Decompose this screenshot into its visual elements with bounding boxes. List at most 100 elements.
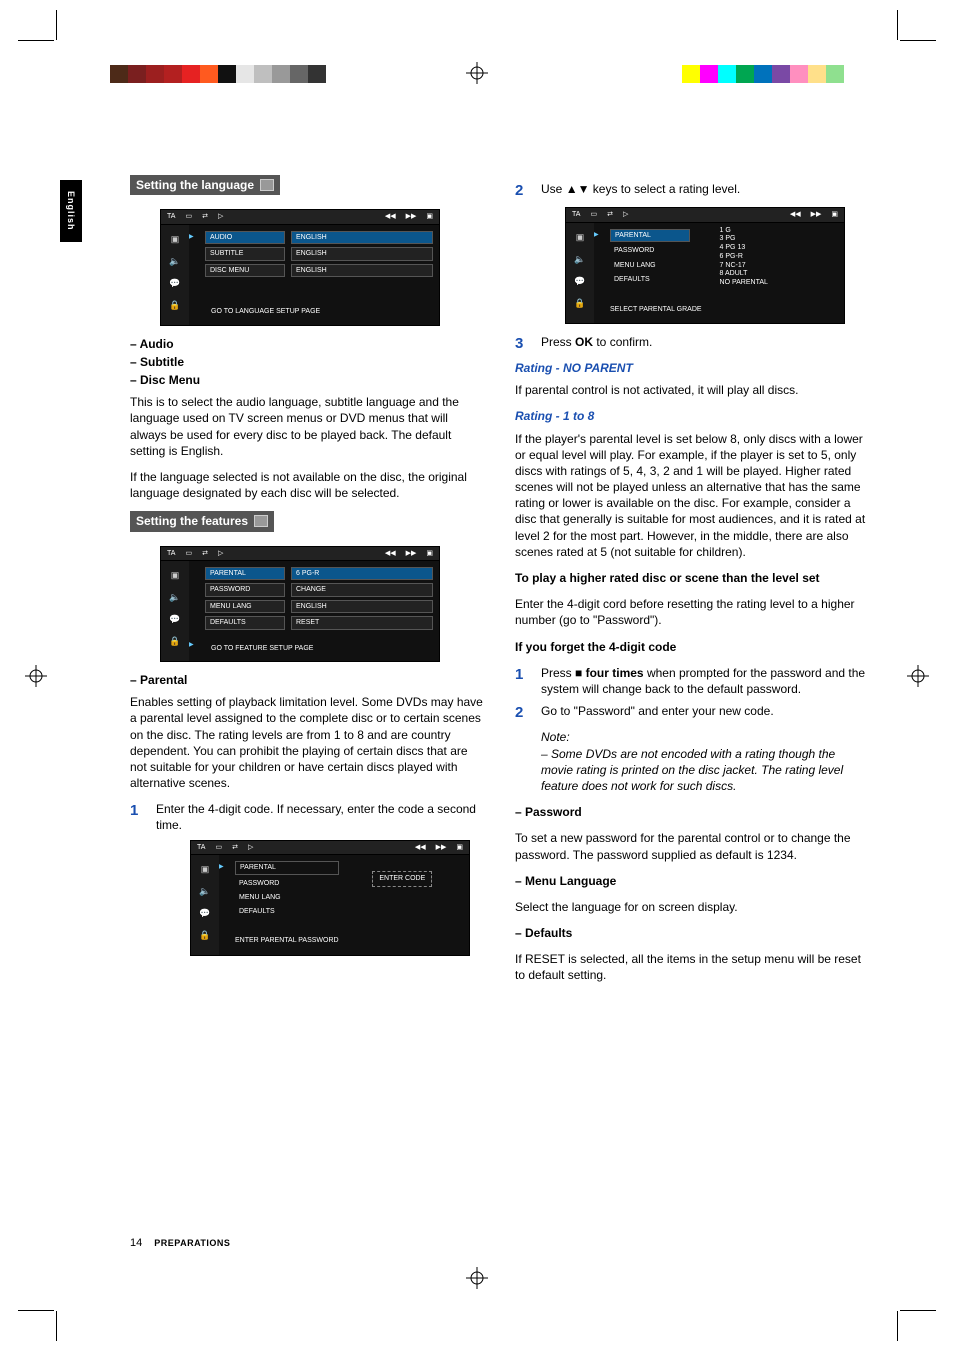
- body-text: To set a new password for the parental c…: [515, 830, 870, 862]
- step-text: Enter the 4-digit code. If necessary, en…: [156, 801, 485, 833]
- menu-value: 6 PG-R: [291, 567, 433, 580]
- osd-label: TA: [572, 210, 580, 219]
- menu-item: DEFAULTS: [205, 616, 285, 629]
- setup-audio-icon: 🔈: [168, 255, 182, 267]
- play-icon: ▷: [218, 212, 223, 221]
- setup-audio-icon: 🔈: [198, 885, 212, 897]
- setup-screen-icon: ▣: [168, 233, 182, 245]
- step-text: Press OK to confirm.: [541, 334, 870, 354]
- color-bar-right: [682, 65, 844, 83]
- crop-mark: [897, 10, 898, 40]
- page-footer: 14 PREPARATIONS: [130, 1236, 230, 1251]
- step-1: 1 Enter the 4-digit code. If necessary, …: [130, 801, 485, 833]
- language-tab: English: [60, 180, 82, 242]
- screen-icon: ▭: [185, 549, 192, 558]
- body-text: If RESET is selected, all the items in t…: [515, 951, 870, 983]
- step-forget-1: 1 Press ■ four times when prompted for t…: [515, 665, 870, 697]
- body-text: If the language selected is not availabl…: [130, 469, 485, 501]
- body-text: This is to select the audio language, su…: [130, 394, 485, 459]
- step-text: Press ■ four times when prompted for the…: [541, 665, 870, 697]
- note-block: Note: – Some DVDs are not encoded with a…: [541, 729, 870, 794]
- crop-mark: [900, 1310, 936, 1311]
- bullet-audio: Audio: [130, 336, 485, 352]
- rewind-icon: ◀◀: [385, 212, 396, 221]
- text: Use: [541, 182, 566, 196]
- play-icon: ▷: [248, 843, 253, 852]
- osd-feature-setup: TA ▭ ⇄ ▷ ◀◀ ▶▶ ▣ ▣ 🔈 💬 🔒 ▶ PARENTAL6 PG-…: [160, 546, 440, 662]
- body-text: Enter the 4-digit cord before resetting …: [515, 596, 870, 628]
- crop-mark: [18, 40, 54, 41]
- fastforward-icon: ▶▶: [406, 212, 417, 221]
- menu-item: PARENTAL: [205, 567, 285, 580]
- text: to confirm.: [593, 335, 652, 349]
- osd-language-setup: TA ▭ ⇄ ▷ ◀◀ ▶▶ ▣ ▣ 🔈 💬 🔒 ▶ AUDIOENGLISH: [160, 209, 440, 325]
- setup-subtitle-icon: 💬: [168, 613, 182, 625]
- osd-status: ENTER PARENTAL PASSWORD: [235, 936, 339, 945]
- menu-pointer-icon: ▶: [219, 855, 229, 955]
- subheading-defaults: – Defaults: [515, 925, 870, 941]
- osd-label: TA: [167, 549, 175, 558]
- menu-item: AUDIO: [205, 231, 285, 244]
- bullet-subtitle: Subtitle: [130, 354, 485, 370]
- ok-button-label: OK: [575, 335, 593, 349]
- feature-setup-icon: [254, 515, 268, 527]
- subheading: If you forget the 4-digit code: [515, 639, 870, 655]
- stop-box-icon: ▣: [426, 549, 433, 558]
- rewind-icon: ◀◀: [415, 843, 426, 852]
- crop-mark: [900, 40, 936, 41]
- page-number: 14: [130, 1236, 142, 1251]
- play-icon: ▷: [218, 549, 223, 558]
- left-column: Setting the language TA ▭ ⇄ ▷ ◀◀ ▶▶ ▣ ▣ …: [130, 175, 485, 994]
- crop-mark: [56, 1311, 57, 1341]
- bullet-parental: Parental: [130, 672, 485, 688]
- menu-pointer-icon: ▶: [189, 561, 199, 661]
- setup-subtitle-icon: 💬: [168, 277, 182, 289]
- menu-value: CHANGE: [291, 583, 433, 596]
- step-number: 2: [515, 703, 529, 723]
- menu-value: ENGLISH: [291, 231, 433, 244]
- shuffle-icon: ⇄: [232, 843, 238, 852]
- menu-item: PARENTAL: [235, 861, 339, 874]
- menu-value: ENGLISH: [291, 264, 433, 277]
- setup-screen-icon: ▣: [573, 231, 587, 243]
- crop-mark: [18, 1310, 54, 1311]
- fastforward-icon: ▶▶: [811, 210, 822, 219]
- body-text: Select the language for on screen displa…: [515, 899, 870, 915]
- osd-select-rating: TA ▭ ⇄ ▷ ◀◀ ▶▶ ▣ ▣ 🔈 💬 🔒 ▶ P: [565, 207, 845, 323]
- subheading: Rating - NO PARENT: [515, 360, 870, 376]
- shuffle-icon: ⇄: [607, 210, 613, 219]
- section-heading-language: Setting the language: [130, 175, 280, 195]
- menu-item: DEFAULTS: [235, 906, 339, 917]
- osd-label: TA: [197, 843, 205, 852]
- menu-item: DISC MENU: [205, 264, 285, 277]
- shuffle-icon: ⇄: [202, 212, 208, 221]
- setup-lock-icon: 🔒: [198, 929, 212, 941]
- osd-label: TA: [167, 212, 175, 221]
- step-text: Use ▲▼ keys to select a rating level.: [541, 181, 870, 201]
- fastforward-icon: ▶▶: [436, 843, 447, 852]
- step-number: 3: [515, 334, 529, 354]
- subheading: To play a higher rated disc or scene tha…: [515, 570, 870, 586]
- screen-icon: ▭: [185, 212, 192, 221]
- osd-status: GO TO FEATURE SETUP PAGE: [205, 642, 433, 655]
- shuffle-icon: ⇄: [202, 549, 208, 558]
- menu-item: PARENTAL: [610, 229, 690, 242]
- section-heading-text: Setting the features: [136, 513, 248, 529]
- osd-enter-password: TA ▭ ⇄ ▷ ◀◀ ▶▶ ▣ ▣ 🔈 💬 🔒 ▶ P: [190, 840, 470, 956]
- bullet-list: Audio Subtitle Disc Menu: [130, 336, 485, 389]
- bold-text: four times: [582, 666, 643, 680]
- step-3: 3 Press OK to confirm.: [515, 334, 870, 354]
- rating-list: 1 G 3 PG 4 PG 13 6 PG-R 7 NC-17 8 ADULT …: [714, 223, 844, 323]
- step-forget-2: 2 Go to "Password" and enter your new co…: [515, 703, 870, 723]
- rewind-icon: ◀◀: [790, 210, 801, 219]
- body-text: If parental control is not activated, it…: [515, 382, 870, 398]
- color-bar-left: [110, 65, 326, 83]
- registration-mark-icon: [466, 1267, 488, 1289]
- subheading-menu-language: – Menu Language: [515, 873, 870, 889]
- right-column: 2 Use ▲▼ keys to select a rating level. …: [515, 175, 870, 994]
- menu-pointer-icon: ▶: [594, 223, 604, 323]
- page-body: Setting the language TA ▭ ⇄ ▷ ◀◀ ▶▶ ▣ ▣ …: [130, 175, 870, 994]
- setup-lock-icon: 🔒: [573, 297, 587, 309]
- setup-screen-icon: ▣: [198, 863, 212, 875]
- menu-value: ENGLISH: [291, 600, 433, 613]
